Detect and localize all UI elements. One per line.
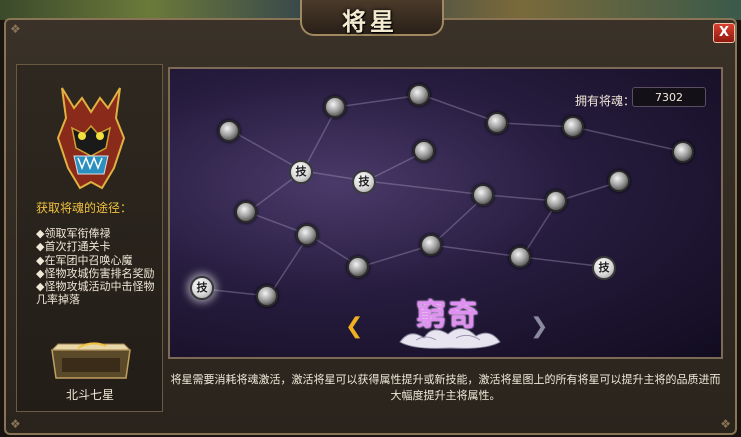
- window-title: 将星: [342, 8, 398, 36]
- star-node[interactable]: [562, 116, 584, 138]
- prev-constellation-arrow-icon[interactable]: ❮: [345, 314, 363, 339]
- skill-node[interactable]: 技: [289, 160, 313, 184]
- star-node[interactable]: [324, 96, 346, 118]
- list-item: ◆首次打通关卡: [36, 240, 111, 254]
- description-text: 将星需要消耗将魂激活，激活将星可以获得属性提升或新技能，激活将星图上的所有将星可…: [170, 373, 721, 402]
- constellation-name: 窮奇: [416, 298, 480, 333]
- soul-count-value: 7302: [632, 87, 706, 107]
- star-node[interactable]: [509, 246, 531, 268]
- star-node[interactable]: [296, 224, 318, 246]
- star-node[interactable]: [486, 112, 508, 134]
- close-button[interactable]: X: [713, 23, 735, 43]
- corner-ornament-icon: ❖: [720, 417, 731, 431]
- star-node[interactable]: [256, 285, 278, 307]
- big-dipper-book-icon[interactable]: [48, 340, 134, 382]
- star-node[interactable]: [408, 84, 430, 106]
- star-node[interactable]: [218, 120, 240, 142]
- dragon-head-icon: [56, 87, 126, 190]
- star-node[interactable]: [608, 170, 630, 192]
- big-dipper-label: 北斗七星: [65, 388, 114, 402]
- star-node[interactable]: [413, 140, 435, 162]
- skill-node[interactable]: 技: [592, 256, 616, 280]
- star-node[interactable]: [672, 141, 694, 163]
- list-item: ◆怪物攻城伤害排名奖励: [36, 266, 155, 280]
- soul-sources-list: ◆领取军衔俸禄 ◆首次打通关卡 ◆在军团中召唤心魔 ◆怪物攻城伤害排名奖励 ◆怪…: [36, 227, 158, 307]
- list-item: ◆在军团中召唤心魔: [36, 253, 133, 267]
- star-node[interactable]: [235, 201, 257, 223]
- skill-node-active[interactable]: 技: [190, 276, 214, 300]
- star-node[interactable]: [545, 190, 567, 212]
- soul-sources-title: 获取将魂的途径：: [36, 201, 133, 215]
- list-item: ◆怪物攻城活动中击怪物几率掉落: [36, 280, 155, 307]
- star-node[interactable]: [472, 184, 494, 206]
- star-node[interactable]: [347, 256, 369, 278]
- star-node[interactable]: [420, 234, 442, 256]
- corner-ornament-icon: ❖: [10, 22, 21, 36]
- skill-node[interactable]: 技: [352, 170, 376, 194]
- corner-ornament-icon: ❖: [10, 417, 21, 431]
- list-item: ◆领取军衔俸禄: [36, 227, 111, 240]
- soul-count-label: 拥有将魂：: [575, 94, 636, 108]
- next-constellation-arrow-icon[interactable]: ❯: [530, 314, 548, 339]
